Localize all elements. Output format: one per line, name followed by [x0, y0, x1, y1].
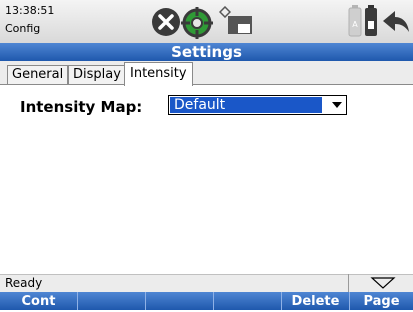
tab-divider: [0, 84, 413, 85]
monitor-icon[interactable]: [227, 13, 253, 37]
title-bar: Settings: [0, 43, 413, 61]
status-bar: [0, 274, 413, 293]
svg-text:A: A: [352, 20, 358, 29]
page-title: Settings: [171, 43, 242, 61]
softkey-delete[interactable]: Delete: [281, 292, 349, 310]
back-arrow-icon[interactable]: [381, 9, 411, 35]
status-text: Ready: [5, 276, 43, 290]
close-circle-icon[interactable]: [151, 7, 181, 37]
battery-b-icon: [365, 5, 377, 36]
intensity-map-label: Intensity Map:: [20, 98, 143, 116]
status-divider: [348, 274, 349, 292]
softkey-3[interactable]: [145, 292, 213, 310]
clock: 13:38:51: [5, 4, 55, 17]
tab-display[interactable]: Display: [68, 65, 126, 84]
intensity-map-select[interactable]: Default: [168, 95, 347, 115]
tab-intensity[interactable]: Intensity: [124, 62, 193, 86]
chevron-down-icon[interactable]: [331, 100, 343, 110]
tab-general[interactable]: General: [7, 65, 69, 84]
mode-label: Config: [5, 22, 41, 35]
triangle-down-icon[interactable]: [370, 276, 396, 290]
softkey-page[interactable]: Page: [349, 292, 413, 310]
softkey-2[interactable]: [77, 292, 145, 310]
battery-a-icon: A: [348, 5, 362, 37]
softkey-cont[interactable]: Cont: [0, 292, 77, 310]
target-icon[interactable]: [180, 6, 214, 39]
softkey-4[interactable]: [213, 292, 281, 310]
intensity-map-value: Default: [170, 97, 322, 113]
